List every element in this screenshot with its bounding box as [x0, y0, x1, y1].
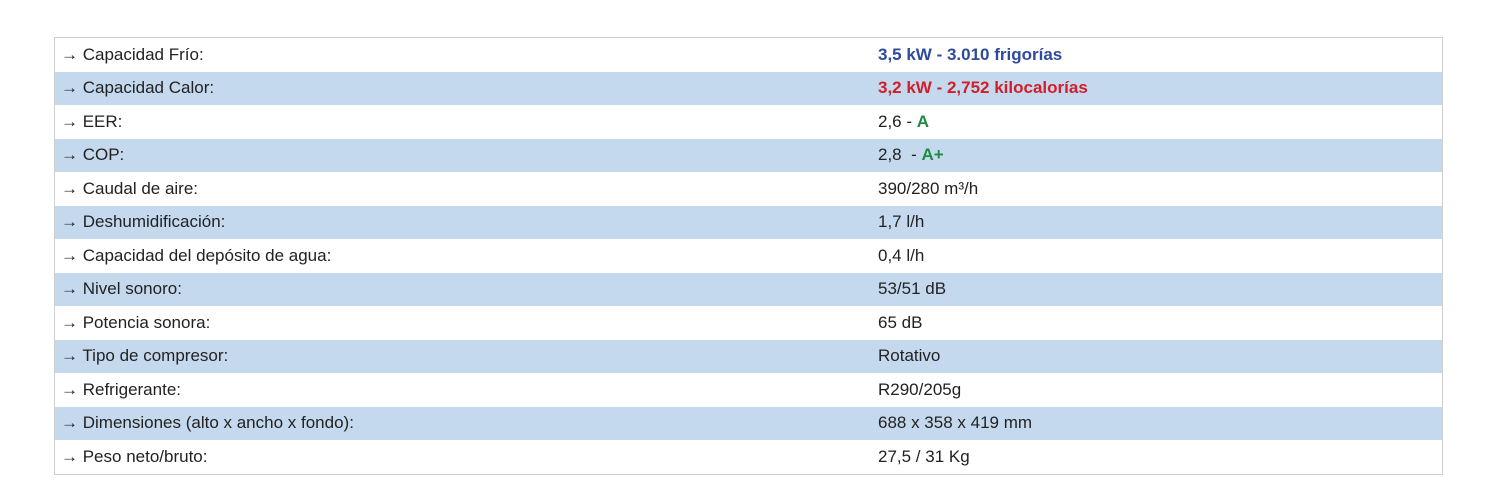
table-row: → Capacidad del depósito de agua: 0,4 l/…	[55, 239, 1442, 273]
table-row: → Capacidad Calor: 3,2 kW - 2,752 kiloca…	[55, 71, 1442, 105]
spec-label: → Capacidad Frío:	[61, 44, 204, 64]
table-row: → Refrigerante: R290/205g	[55, 373, 1442, 407]
spec-label: → Capacidad del depósito de agua:	[61, 245, 332, 265]
cop-rating: A+	[921, 145, 944, 165]
table-row: → Tipo de compresor: Rotativo	[55, 339, 1442, 373]
spec-value: 688 x 358 x 419 mm	[878, 413, 1033, 433]
specifications-table: → Capacidad Frío: 3,5 kW - 3.010 frigorí…	[54, 37, 1443, 475]
eer-rating: A	[916, 111, 930, 131]
spec-value: R290/205g	[878, 379, 962, 399]
table-row: → Potencia sonora: 65 dB	[55, 306, 1442, 340]
spec-label: → Dimensiones (alto x ancho x fondo):	[61, 413, 354, 433]
table-row: → Dimensiones (alto x ancho x fondo): 68…	[55, 406, 1442, 440]
table-row: → Capacidad Frío: 3,5 kW - 3.010 frigorí…	[55, 38, 1442, 72]
spec-label: → Caudal de aire:	[61, 178, 199, 198]
spec-label: → COP:	[61, 145, 125, 165]
table-row: → EER: 2,6 - A	[55, 105, 1442, 139]
cop-value: 2,8 -	[878, 145, 922, 165]
spec-label: → Potencia sonora:	[61, 312, 211, 332]
spec-value: 1,7 l/h	[878, 212, 925, 232]
table-row: → Peso neto/bruto: 27,5 / 31 Kg	[55, 440, 1442, 474]
spec-value: Rotativo	[878, 346, 941, 366]
spec-label: → Peso neto/bruto:	[61, 446, 208, 466]
spec-value: 390/280 m³/h	[878, 178, 979, 198]
spec-value: 27,5 / 31 Kg	[878, 446, 970, 466]
spec-value: 0,4 l/h	[878, 245, 925, 265]
spec-label: → EER:	[61, 111, 123, 131]
spec-label: → Nivel sonoro:	[61, 279, 182, 299]
table-row: → COP: 2,8 - A+	[55, 138, 1442, 172]
spec-value-cooling: 3,5 kW - 3.010 frigorías	[878, 44, 1063, 64]
table-row: → Deshumidificación: 1,7 l/h	[55, 205, 1442, 239]
spec-value-cop: 2,8 - A+	[870, 145, 1442, 165]
eer-value: 2,6 -	[878, 111, 917, 131]
spec-label: → Refrigerante:	[61, 379, 181, 399]
spec-value: 53/51 dB	[878, 279, 947, 299]
spec-value-heating: 3,2 kW - 2,752 kilocalorías	[878, 78, 1088, 98]
spec-label: → Deshumidificación:	[61, 212, 226, 232]
spec-value: 65 dB	[878, 312, 923, 332]
spec-value-eer: 2,6 - A	[870, 112, 1442, 132]
spec-label: → Capacidad Calor:	[61, 78, 215, 98]
table-row: → Nivel sonoro: 53/51 dB	[55, 272, 1442, 306]
table-row: → Caudal de aire: 390/280 m³/h	[55, 172, 1442, 206]
spec-label: → Tipo de compresor:	[61, 346, 229, 366]
